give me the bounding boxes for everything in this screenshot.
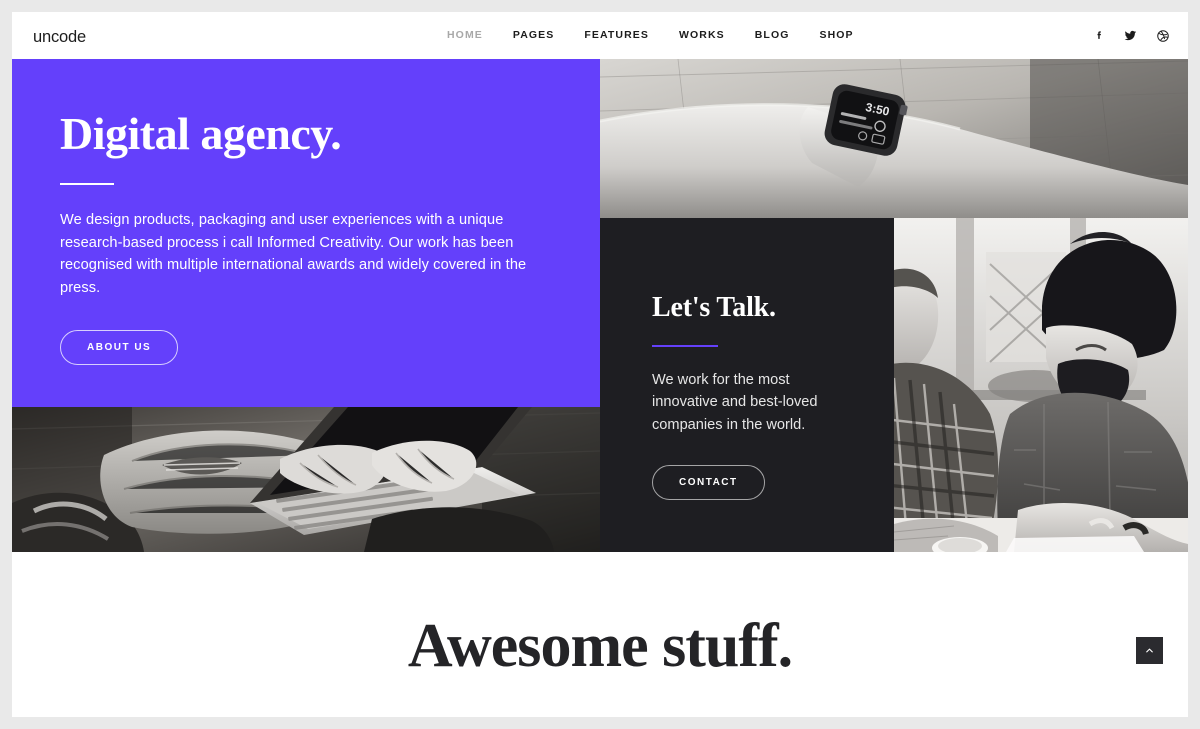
brand-logo[interactable]: uncode: [33, 28, 86, 47]
main-navigation: HOME PAGES FEATURES WORKS BLOG SHOP: [432, 12, 869, 59]
nav-item-works[interactable]: WORKS: [664, 12, 740, 59]
intro-paragraph: We design products, packaging and user e…: [60, 212, 527, 297]
about-us-button[interactable]: ABOUT US: [60, 329, 179, 365]
dribbble-icon[interactable]: [1155, 28, 1170, 43]
nav-item-pages[interactable]: PAGES: [498, 12, 569, 59]
social-links: [1091, 12, 1170, 59]
talk-paragraph: We work for the most innovative and best…: [652, 371, 818, 433]
talk-divider: [652, 344, 718, 347]
facebook-icon[interactable]: [1091, 28, 1106, 43]
nav-item-blog[interactable]: BLOG: [740, 12, 805, 59]
intro-panel: Digital agency. We design products, pack…: [12, 59, 600, 407]
chevron-up-icon: [1146, 648, 1153, 653]
talk-panel: Let's Talk. We work for the most innovat…: [600, 218, 894, 552]
watch-photo: 3:50: [600, 59, 1188, 218]
site-header: uncode HOME PAGES FEATURES WORKS BLOG SH…: [12, 12, 1188, 59]
page-frame: uncode HOME PAGES FEATURES WORKS BLOG SH…: [12, 12, 1188, 717]
awesome-title: Awesome stuff.: [407, 611, 793, 680]
contact-button[interactable]: CONTACT: [652, 464, 765, 500]
awesome-section: Awesome stuff.: [12, 552, 1188, 717]
nav-item-home[interactable]: HOME: [432, 12, 498, 59]
back-to-top-button[interactable]: [1136, 637, 1163, 664]
twitter-icon[interactable]: [1123, 28, 1138, 43]
laptop-photo: [12, 407, 600, 552]
intro-divider: [60, 183, 114, 186]
intro-title: Digital agency.: [60, 108, 342, 159]
talk-title: Let's Talk.: [652, 292, 776, 323]
nav-item-shop[interactable]: SHOP: [804, 12, 868, 59]
nav-item-features[interactable]: FEATURES: [569, 12, 664, 59]
people-photo: [894, 218, 1188, 552]
hero-grid: Digital agency. We design products, pack…: [12, 59, 1188, 552]
